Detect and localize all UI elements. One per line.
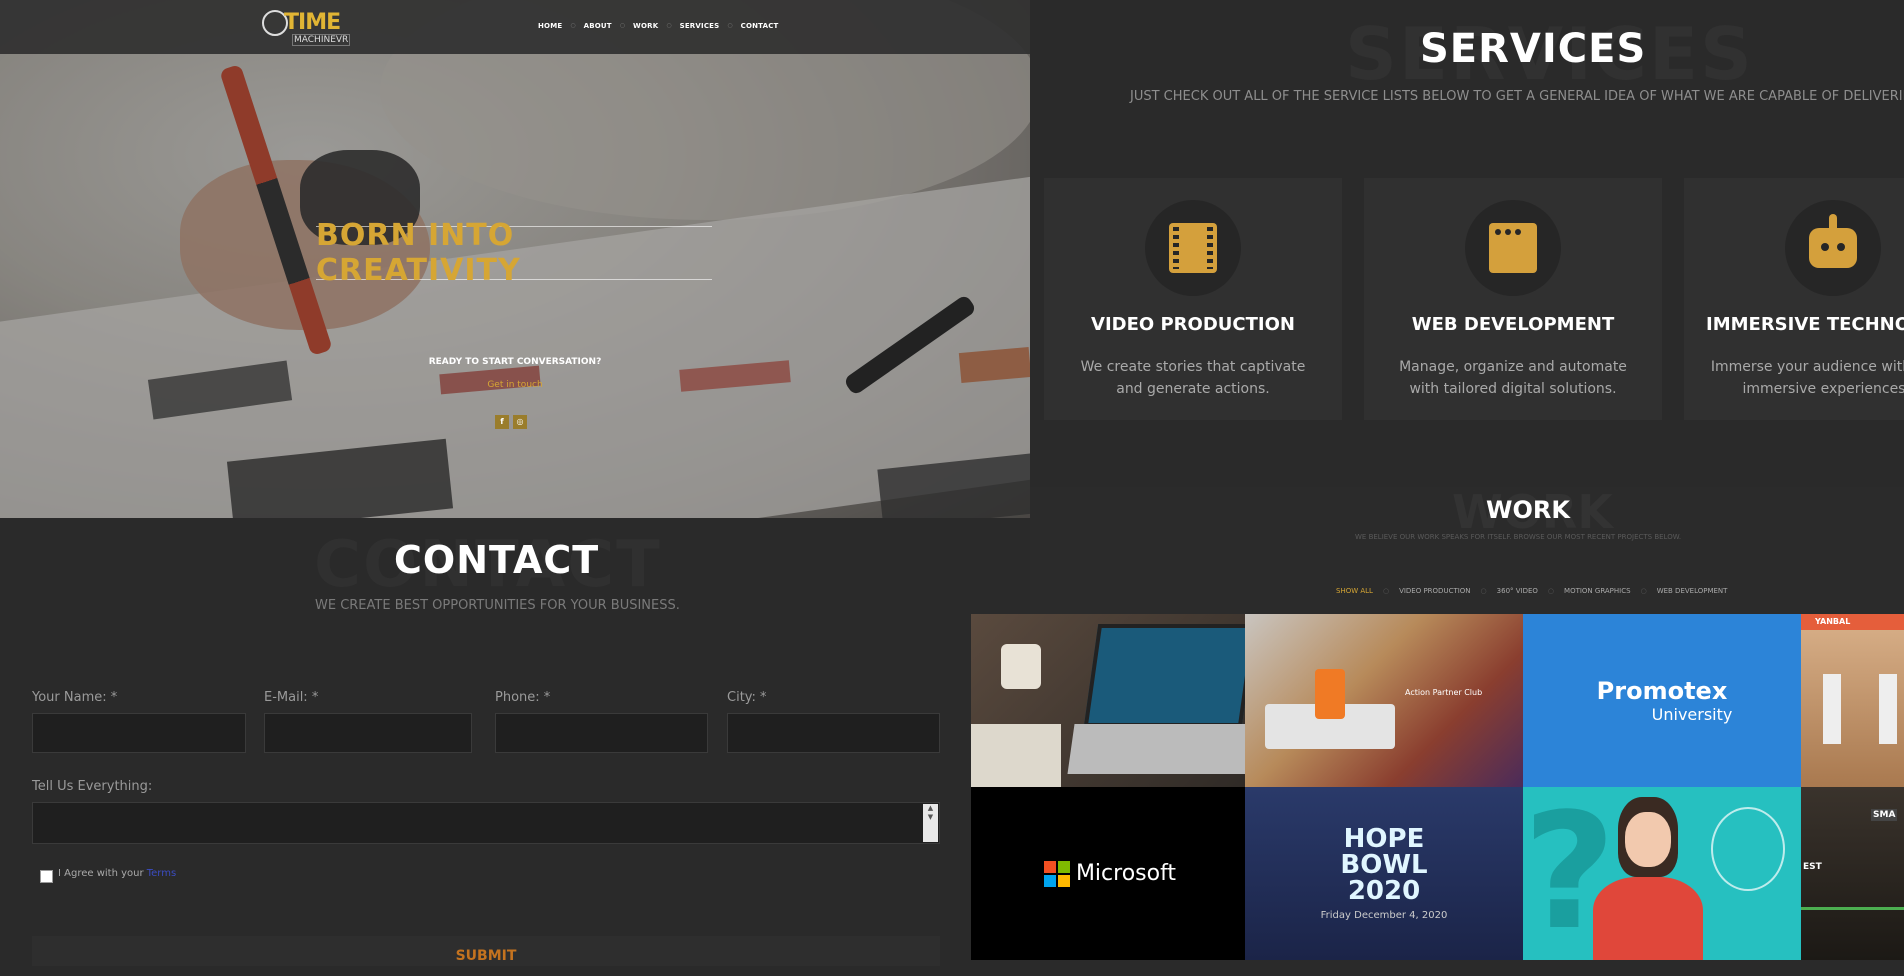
top-navbar: [0, 0, 1030, 54]
service-description: Manage, organize and automate with tailo…: [1399, 359, 1627, 397]
promotex-name: Promotex: [1596, 677, 1728, 705]
social-links: f ◎: [495, 415, 527, 429]
microsoft-logo: Microsoft: [971, 787, 1249, 960]
logo-subtext: MACHINEVR: [292, 34, 351, 46]
city-field[interactable]: [727, 713, 940, 753]
service-title: VIDEO PRODUCTION: [1091, 314, 1295, 335]
notebook: [971, 724, 1061, 787]
work-tile-thinking-girl[interactable]: ?: [1523, 787, 1801, 960]
microsoft-icon: [1057, 874, 1070, 887]
message-field[interactable]: [32, 802, 940, 844]
filter-motion-graphics[interactable]: MOTION GRAPHICS: [1554, 587, 1641, 595]
work-title: WORK: [1486, 496, 1570, 524]
filter-web-development[interactable]: WEB DEVELOPMENT: [1647, 587, 1738, 595]
logo-text: TIME: [284, 10, 341, 35]
microsoft-name: Microsoft: [1075, 861, 1177, 886]
filter-video-production[interactable]: VIDEO PRODUCTION: [1389, 587, 1480, 595]
message-scrollbar[interactable]: ▲ ▼: [923, 804, 938, 842]
sma-label: SMA: [1871, 809, 1898, 821]
phone-field[interactable]: [495, 713, 708, 753]
service-title: WEB DEVELOPMENT: [1411, 314, 1615, 335]
hero-question: READY TO START CONVERSATION?: [428, 357, 602, 367]
hope-date: Friday December 4, 2020: [1320, 910, 1448, 921]
work-tile-sma[interactable]: SMA EST: [1801, 787, 1904, 960]
submit-button[interactable]: SUBMIT: [32, 936, 940, 966]
agree-text: I Agree with your: [58, 868, 147, 879]
hero-title: BORN INTO CREATIVITY: [316, 218, 712, 288]
instagram-icon[interactable]: ◎: [513, 415, 527, 429]
service-description: Immerse your audience with hig immersive…: [1710, 359, 1904, 397]
message-label: Tell Us Everything:: [32, 779, 153, 794]
email-label: E-Mail: *: [264, 690, 319, 705]
get-in-touch-link[interactable]: Get in touch: [480, 380, 550, 390]
light-strip: [1801, 907, 1904, 910]
work-tile-hope-bowl[interactable]: HOPE BOWL 2020 Friday December 4, 2020: [1245, 787, 1523, 960]
microsoft-icon: [1043, 860, 1070, 887]
nav-home[interactable]: HOME: [530, 22, 570, 30]
facebook-icon[interactable]: f: [495, 415, 509, 429]
contact-title: CONTACT: [394, 538, 600, 582]
name-field[interactable]: [32, 713, 246, 753]
service-title: IMMERSIVE TECHNOL: [1706, 314, 1904, 335]
promotex-logo: Promotex University: [1523, 614, 1801, 787]
nav-contact[interactable]: CONTACT: [733, 22, 787, 30]
microsoft-icon: [1057, 860, 1070, 873]
store-display: [1879, 674, 1897, 744]
phone-device: [1315, 669, 1345, 719]
service-card-immersive[interactable]: IMMERSIVE TECHNOL Immerse your audience …: [1684, 178, 1904, 420]
hope-bowl-logo: HOPE BOWL 2020 Friday December 4, 2020: [1245, 787, 1523, 960]
laptop-keyboard: [1067, 724, 1249, 774]
service-description: We create stories that captivate and gen…: [1080, 359, 1306, 397]
store-display: [1823, 674, 1841, 744]
work-tile-action-partner[interactable]: Action Partner Club: [1245, 614, 1523, 787]
service-icon-circle: [1785, 200, 1881, 296]
promotex-sub: University: [1651, 705, 1733, 724]
nav-services[interactable]: SERVICES: [672, 22, 728, 30]
yanbal-logo: YANBAL: [1815, 617, 1851, 626]
person-sweater: [1593, 877, 1703, 960]
nav-work[interactable]: WORK: [625, 22, 666, 30]
services-title: SERVICES: [1420, 26, 1647, 72]
laptop-screen: [1083, 624, 1249, 727]
work-tile-microsoft[interactable]: Microsoft: [971, 787, 1249, 960]
work-tile-promotex[interactable]: Promotex University: [1523, 614, 1801, 787]
services-subtitle: JUST CHECK OUT ALL OF THE SERVICE LISTS …: [1130, 89, 1904, 104]
agree-label: I Agree with your Terms: [58, 868, 176, 879]
email-field[interactable]: [264, 713, 472, 753]
agree-checkbox[interactable]: [40, 870, 53, 883]
person-face: [1625, 812, 1671, 867]
service-icon-circle: [1145, 200, 1241, 296]
coffee-cup: [1001, 644, 1041, 689]
scroll-arrow-icons: ▲ ▼: [927, 804, 934, 821]
work-tile-laptop[interactable]: [971, 614, 1249, 787]
film-icon: [1169, 223, 1217, 273]
city-label: City: *: [727, 690, 767, 705]
terms-link[interactable]: Terms: [147, 868, 176, 879]
tile-caption: Action Partner Club: [1405, 688, 1483, 697]
phone-label: Phone: *: [495, 690, 551, 705]
hope-line: HOPE: [1343, 824, 1425, 854]
service-card-web[interactable]: WEB DEVELOPMENT Manage, organize and aut…: [1364, 178, 1662, 420]
microsoft-icon: [1043, 874, 1056, 887]
filter-360-video[interactable]: 360° VIDEO: [1487, 587, 1548, 595]
robot-icon: [1809, 214, 1857, 268]
work-subtitle: WE BELIEVE OUR WORK SPEAKS FOR ITSELF. B…: [1355, 533, 1682, 541]
logo[interactable]: TIME MACHINEVR: [262, 6, 351, 46]
main-nav: HOME ○ ABOUT ○ WORK ○ SERVICES ○ CONTACT: [530, 22, 787, 30]
service-icon-circle: [1465, 200, 1561, 296]
work-filters: SHOW ALL ○ VIDEO PRODUCTION ○ 360° VIDEO ○ …: [1326, 587, 1737, 595]
filter-show-all[interactable]: SHOW ALL: [1326, 587, 1383, 595]
circle-graphic: [1711, 807, 1785, 891]
nav-about[interactable]: ABOUT: [576, 22, 620, 30]
work-tile-yanbal[interactable]: YANBAL: [1801, 614, 1904, 787]
hope-line: BOWL: [1340, 850, 1428, 880]
service-card-video[interactable]: VIDEO PRODUCTION We create stories that …: [1044, 178, 1342, 420]
est-label: EST: [1803, 862, 1822, 872]
contact-subtitle: WE CREATE BEST OPPORTUNITIES FOR YOUR BU…: [315, 598, 680, 613]
microsoft-icon: [1043, 860, 1056, 873]
name-label: Your Name: *: [32, 690, 118, 705]
browser-icon: [1489, 223, 1537, 273]
hope-line: 2020: [1347, 876, 1421, 906]
